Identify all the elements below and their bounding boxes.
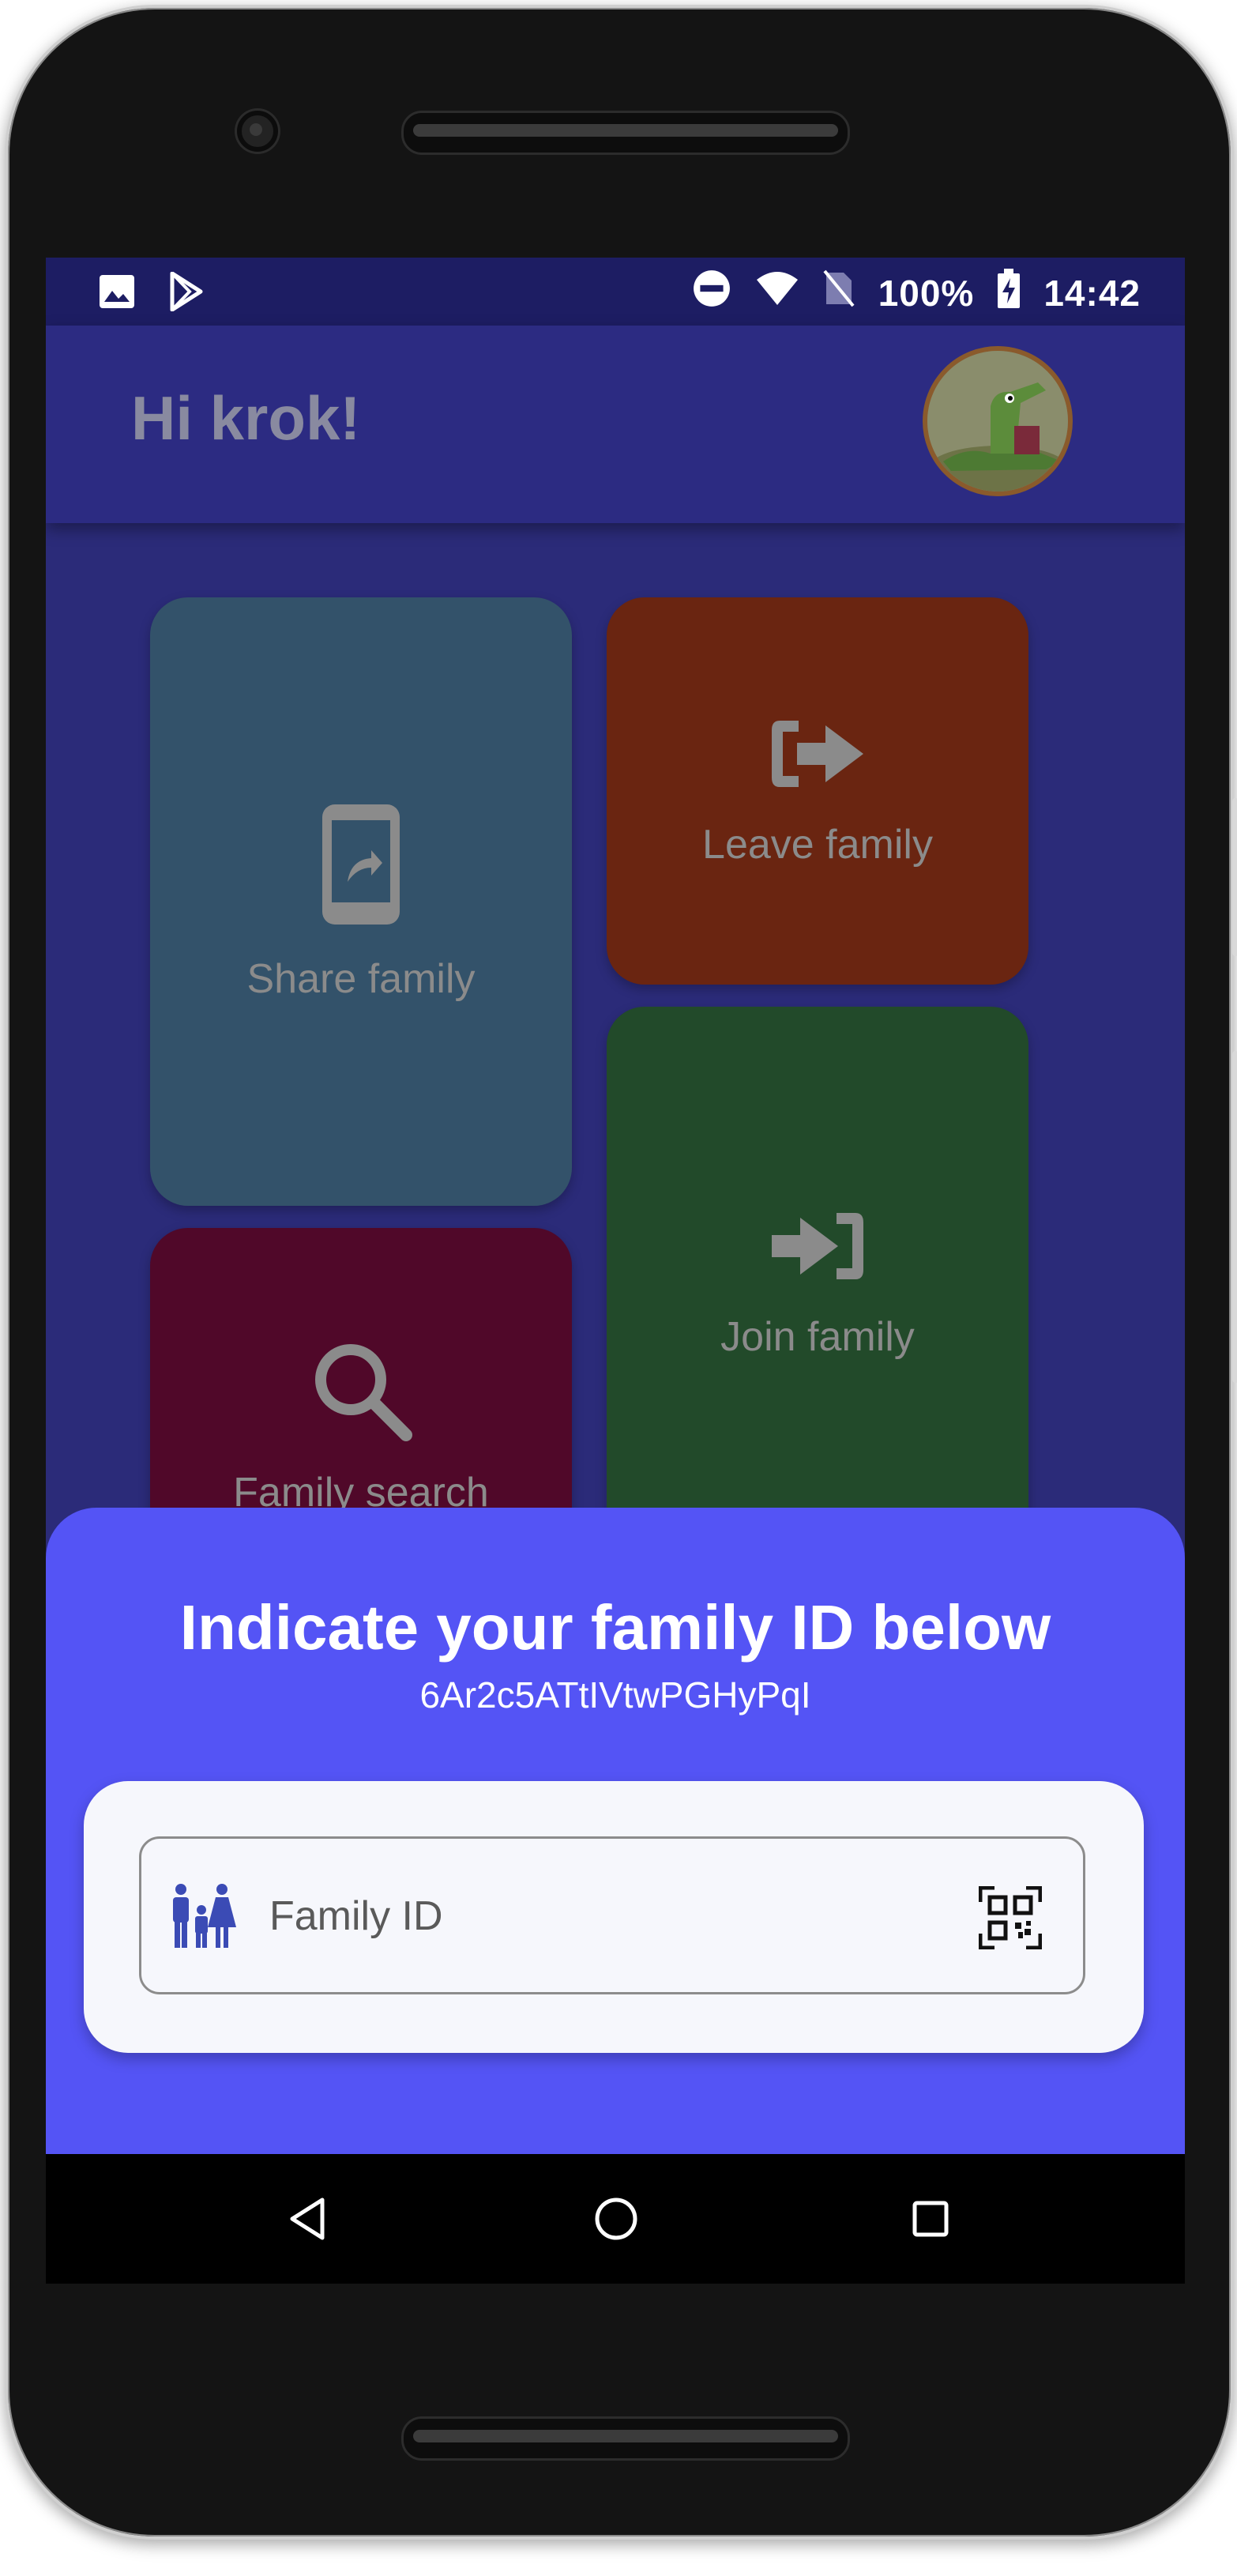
app-bar: Hi krok!: [46, 326, 1185, 523]
play-store-icon: [167, 271, 205, 320]
battery-percent: 100%: [878, 272, 975, 314]
volume-button: [1232, 1051, 1237, 1383]
wifi-icon: [755, 270, 799, 315]
family-id-input[interactable]: [268, 1839, 966, 1994]
top-speaker: [401, 111, 850, 155]
avatar[interactable]: [923, 346, 1073, 496]
bottom-speaker: [401, 2416, 850, 2461]
sign-in-icon: [769, 1207, 867, 1290]
qr-code-icon[interactable]: [978, 1885, 1043, 1953]
recents-icon[interactable]: [905, 2194, 956, 2248]
crocodile-avatar-icon: [927, 351, 1068, 491]
family-id-field[interactable]: [139, 1836, 1085, 1994]
front-camera: [237, 111, 278, 152]
share-phone-icon: [319, 801, 403, 932]
do-not-disturb-icon: [692, 269, 731, 317]
screen: 100% 14:42 Hi krok! Share family Leave f…: [46, 258, 1185, 2284]
clock: 14:42: [1043, 272, 1141, 314]
sign-out-icon: [769, 714, 867, 797]
leave-family-label: Leave family: [702, 821, 933, 868]
search-icon: [310, 1339, 412, 1445]
family-id-text: 6Ar2c5ATtIVtwPGHyPqI: [419, 1674, 811, 1715]
sheet-title: Indicate your family ID below: [179, 1592, 1051, 1663]
image-icon: [98, 273, 136, 318]
back-icon[interactable]: [283, 2194, 333, 2248]
leave-family-tile[interactable]: Leave family: [607, 597, 1028, 985]
greeting-title: Hi krok!: [131, 383, 361, 453]
status-bar: 100% 14:42: [46, 258, 1185, 326]
navigation-bar: [46, 2154, 1185, 2284]
battery-charging-icon: [998, 269, 1021, 317]
join-family-sheet: Indicate your family ID below 6Ar2c5ATtI…: [46, 1508, 1185, 2154]
join-family-label: Join family: [720, 1313, 915, 1360]
share-family-label: Share family: [246, 955, 476, 1002]
share-family-tile[interactable]: Share family: [150, 597, 572, 1206]
join-family-tile[interactable]: Join family: [607, 1007, 1028, 1560]
input-card: [84, 1781, 1144, 2053]
family-icon: [170, 1883, 236, 1953]
power-button: [1232, 798, 1237, 956]
home-icon[interactable]: [591, 2194, 641, 2248]
no-sim-icon: [823, 269, 855, 316]
